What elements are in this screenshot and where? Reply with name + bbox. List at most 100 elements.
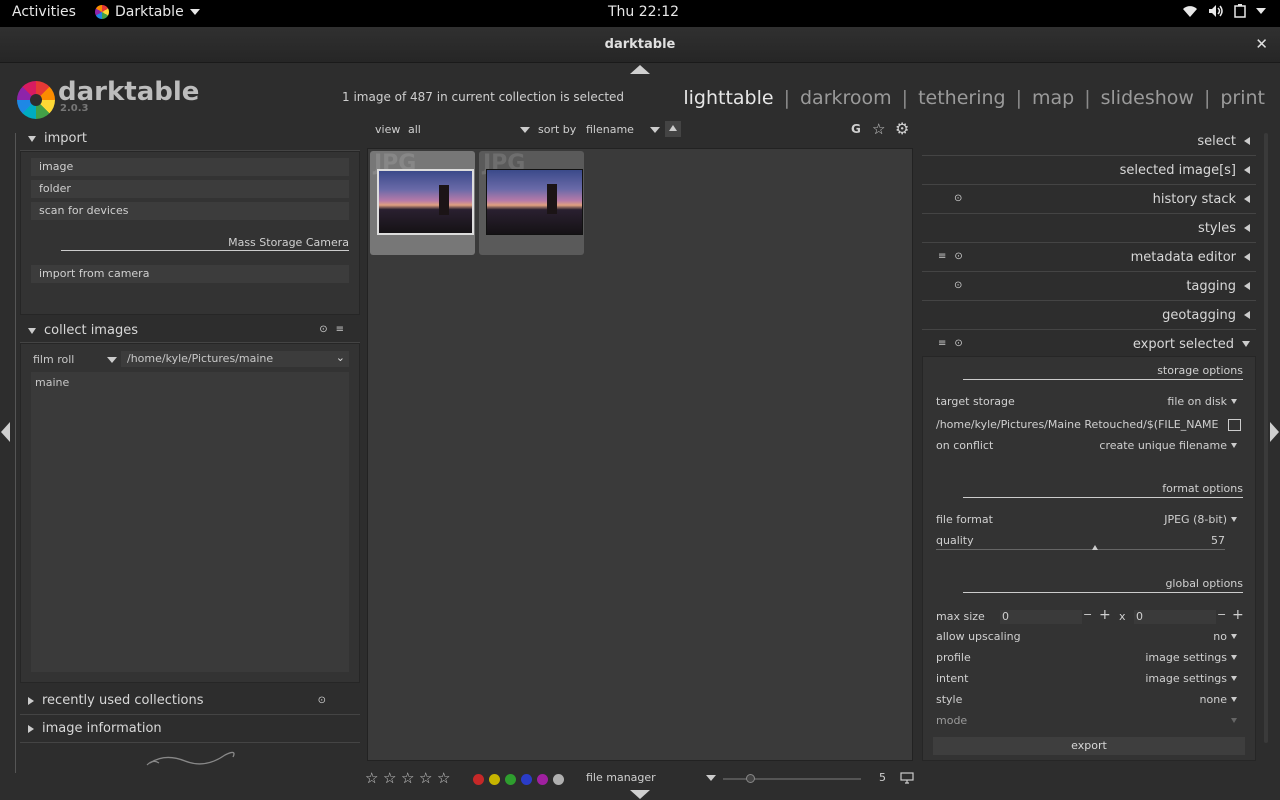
layout-select[interactable]: file manager (586, 771, 716, 784)
view-lighttable[interactable]: lighttable (683, 87, 773, 109)
expand-left-icon (1244, 166, 1250, 174)
sort-select[interactable]: filename (586, 123, 660, 136)
color-label-blue[interactable] (521, 774, 532, 785)
clock[interactable]: Thu 22:12 (608, 4, 679, 20)
color-label-red[interactable] (473, 774, 484, 785)
collect-path-combo[interactable]: /home/kyle/Pictures/maine ⌄ (121, 351, 349, 367)
reset-icon[interactable]: ⊙ (954, 193, 962, 204)
export-module: storage options target storage file on d… (922, 356, 1256, 761)
max-width-increase-button[interactable]: + (1099, 607, 1111, 623)
max-width-field[interactable]: 0 (1000, 610, 1082, 624)
target-storage-select[interactable]: target storage file on disk (936, 395, 1237, 411)
sort-order-button[interactable] (665, 121, 681, 137)
star-overlay-icon[interactable]: ☆ (872, 120, 885, 138)
rating-star-5-icon[interactable]: ☆ (437, 769, 450, 787)
max-height-decrease-button[interactable]: − (1217, 608, 1226, 621)
collapse-right-arrow-icon[interactable] (1270, 422, 1279, 442)
scan-devices-button[interactable]: scan for devices (31, 202, 349, 220)
view-filter-select[interactable]: all (408, 123, 530, 136)
color-label-gray[interactable] (553, 774, 564, 785)
color-label-yellow[interactable] (489, 774, 500, 785)
window-title: darktable (604, 37, 676, 52)
profile-select[interactable]: profile image settings (936, 651, 1237, 667)
zoom-slider-handle[interactable] (746, 774, 755, 783)
quality-slider-handle[interactable] (1092, 545, 1098, 550)
collect-property-select[interactable]: film roll (31, 353, 119, 366)
color-label-purple[interactable] (537, 774, 548, 785)
expand-down-icon (28, 135, 36, 142)
collect-module-header[interactable]: collect images ⊙ ≡ (20, 319, 360, 343)
view-darkroom[interactable]: darkroom (800, 87, 892, 109)
rating-star-4-icon[interactable]: ☆ (419, 769, 432, 787)
view-slideshow[interactable]: slideshow (1101, 87, 1194, 109)
folder-browse-icon[interactable] (1228, 419, 1241, 431)
close-icon[interactable]: ✕ (1255, 35, 1268, 53)
rating-star-2-icon[interactable]: ☆ (383, 769, 396, 787)
max-height-field[interactable]: 0 (1134, 610, 1216, 624)
export-selected-module-header[interactable]: ≡ ⊙ export selected (922, 330, 1256, 359)
collapse-left-arrow-icon[interactable] (1, 422, 10, 442)
intent-select[interactable]: intent image settings (936, 672, 1237, 688)
quality-slider-track (936, 549, 1225, 550)
select-module-header[interactable]: select (922, 127, 1256, 156)
reset-icon[interactable]: ⊙ (318, 695, 326, 706)
reset-icon[interactable]: ⊙ (954, 338, 962, 349)
thumbnail-image (377, 169, 474, 235)
rating-star-3-icon[interactable]: ☆ (401, 769, 414, 787)
monitor-icon[interactable] (900, 772, 914, 784)
image-information-header[interactable]: image information (20, 715, 360, 743)
view-print[interactable]: print (1220, 87, 1265, 109)
chevron-down-icon (520, 127, 530, 133)
chevron-down-icon (1231, 676, 1237, 681)
allow-upscaling-select[interactable]: allow upscaling no (936, 630, 1237, 646)
system-tray[interactable] (1182, 4, 1266, 18)
right-panel-scrollbar[interactable] (1264, 133, 1268, 743)
zoom-value[interactable]: 5 (879, 771, 886, 784)
export-button[interactable]: export (933, 737, 1245, 755)
max-height-increase-button[interactable]: + (1232, 607, 1244, 623)
thumbnail-2[interactable]: JPG (479, 151, 584, 255)
export-path-field[interactable]: /home/kyle/Pictures/Maine Retouched/$(FI… (936, 418, 1219, 434)
geotagging-module-header[interactable]: geotagging (922, 301, 1256, 330)
import-from-camera-button[interactable]: import from camera (31, 265, 349, 283)
collect-list: maine (31, 372, 349, 672)
tagging-module-header[interactable]: ⊙ tagging (922, 272, 1256, 301)
lighttable-center[interactable]: JPG JPG (367, 148, 913, 761)
chevron-down-icon (1231, 399, 1237, 404)
grouping-button[interactable]: G (851, 122, 861, 136)
view-tethering[interactable]: tethering (918, 87, 1006, 109)
chevron-down-icon (650, 127, 660, 133)
on-conflict-select[interactable]: on conflict create unique filename (936, 439, 1237, 455)
collapse-bottom-arrow-icon[interactable] (630, 790, 650, 799)
history-stack-module-header[interactable]: ⊙ history stack (922, 185, 1256, 214)
quality-slider[interactable]: quality 57 (936, 534, 1225, 550)
presets-icon[interactable]: ≡ (938, 251, 946, 262)
app-menu[interactable]: Darktable (95, 4, 200, 20)
presets-icon[interactable]: ≡ (336, 324, 344, 335)
reset-icon[interactable]: ⊙ (319, 324, 327, 335)
collapse-top-arrow-icon[interactable] (630, 65, 650, 74)
styles-module-header[interactable]: styles (922, 214, 1256, 243)
presets-icon[interactable]: ≡ (938, 338, 946, 349)
file-format-select[interactable]: file format JPEG (8-bit) (936, 513, 1237, 529)
max-width-decrease-button[interactable]: − (1083, 608, 1092, 621)
darktable-logo-icon (17, 81, 55, 119)
zoom-slider[interactable] (723, 774, 861, 783)
recent-collections-header[interactable]: recently used collections ⊙ (20, 687, 360, 715)
metadata-editor-module-header[interactable]: ≡ ⊙ metadata editor (922, 243, 1256, 272)
color-label-green[interactable] (505, 774, 516, 785)
gear-icon[interactable]: ⚙ (895, 119, 909, 138)
rating-star-1-icon[interactable]: ☆ (365, 769, 378, 787)
style-select[interactable]: style none (936, 693, 1237, 709)
mode-select[interactable]: mode (936, 714, 1237, 730)
import-module-header[interactable]: import (20, 127, 360, 151)
reset-icon[interactable]: ⊙ (954, 251, 962, 262)
reset-icon[interactable]: ⊙ (954, 280, 962, 291)
list-item[interactable]: maine (35, 376, 345, 389)
selected-images-module-header[interactable]: selected image[s] (922, 156, 1256, 185)
view-map[interactable]: map (1032, 87, 1074, 109)
import-folder-button[interactable]: folder (31, 180, 349, 198)
activities-button[interactable]: Activities (12, 4, 76, 20)
import-image-button[interactable]: image (31, 158, 349, 176)
thumbnail-1[interactable]: JPG (370, 151, 475, 255)
